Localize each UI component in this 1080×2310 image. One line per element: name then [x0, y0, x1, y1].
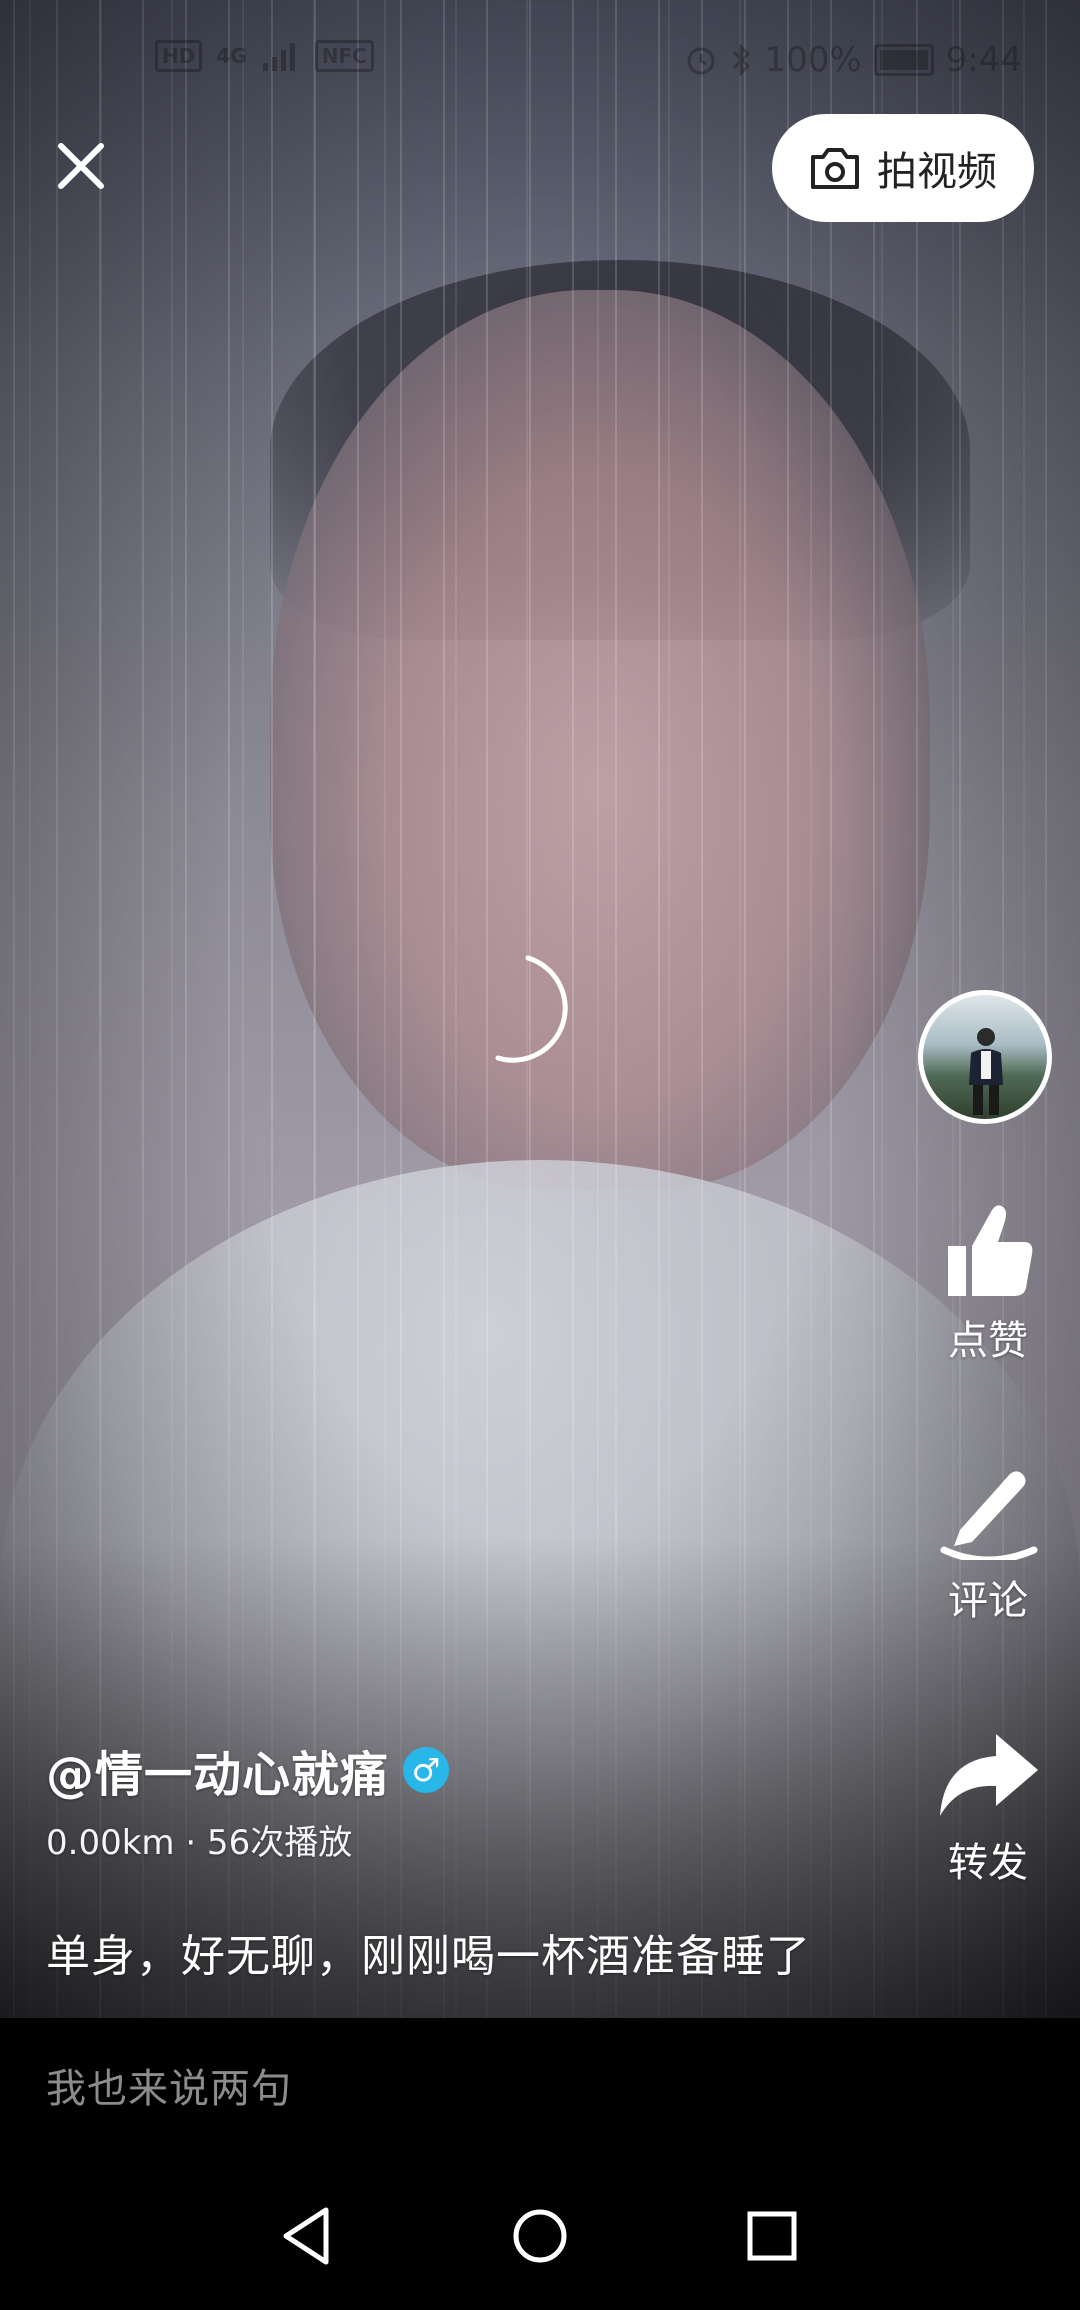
like-button[interactable]: 点赞: [918, 1200, 1058, 1366]
author-username[interactable]: @情一动心就痛: [46, 1735, 389, 1805]
comment-bar: 我也来说两句: [0, 2018, 1080, 2156]
like-label: 点赞: [948, 1318, 1028, 1364]
camera-icon: [811, 148, 859, 189]
hd-indicator: HD: [155, 40, 203, 72]
signal-icon: [262, 43, 295, 71]
clock: 9:44: [945, 40, 1022, 80]
close-button[interactable]: [55, 140, 107, 192]
male-gender-icon: ♂: [403, 1747, 450, 1793]
stats-subline: [46, 1866, 866, 1882]
share-arrow-icon: [940, 1734, 1038, 1816]
nfc-indicator: NFC: [314, 40, 374, 72]
battery-percent: 100%: [764, 40, 862, 80]
avatar-person-icon: [969, 1028, 1003, 1115]
record-video-button[interactable]: 拍视频: [772, 114, 1034, 222]
share-button[interactable]: 转发: [918, 1730, 1058, 1888]
close-icon: [58, 143, 104, 189]
pen-icon: [940, 1471, 1038, 1560]
battery-icon: [873, 44, 934, 76]
share-label: 转发: [948, 1840, 1028, 1886]
home-icon[interactable]: [500, 2196, 580, 2276]
video-caption: 单身，好无聊，刚刚喝一杯酒准备睡了: [46, 1931, 811, 1982]
video-stats: 0.00km · 56次播放: [46, 1823, 353, 1863]
recents-icon[interactable]: [732, 2196, 812, 2276]
comment-input[interactable]: 我也来说两句: [46, 2056, 292, 2114]
network-indicator: 4G: [216, 44, 247, 68]
alarm-icon: [687, 47, 715, 75]
loading-spinner-icon: [495, 955, 568, 1063]
comment-label: 评论: [948, 1578, 1028, 1624]
record-video-label: 拍视频: [877, 149, 997, 195]
video-info: @情一动心就痛 ♂ 0.00km · 56次播放 单身，好无聊，刚刚喝一杯酒准备…: [46, 1735, 866, 1984]
author-avatar[interactable]: [918, 990, 1052, 1124]
bluetooth-icon: [733, 43, 751, 77]
back-icon[interactable]: [268, 2196, 348, 2276]
thumbs-up-icon: [948, 1205, 1033, 1296]
system-nav-bar: [0, 2156, 1080, 2310]
comment-button[interactable]: 评论: [918, 1460, 1058, 1626]
status-bar: HD 4G NFC 100% 9:44: [0, 0, 1080, 120]
